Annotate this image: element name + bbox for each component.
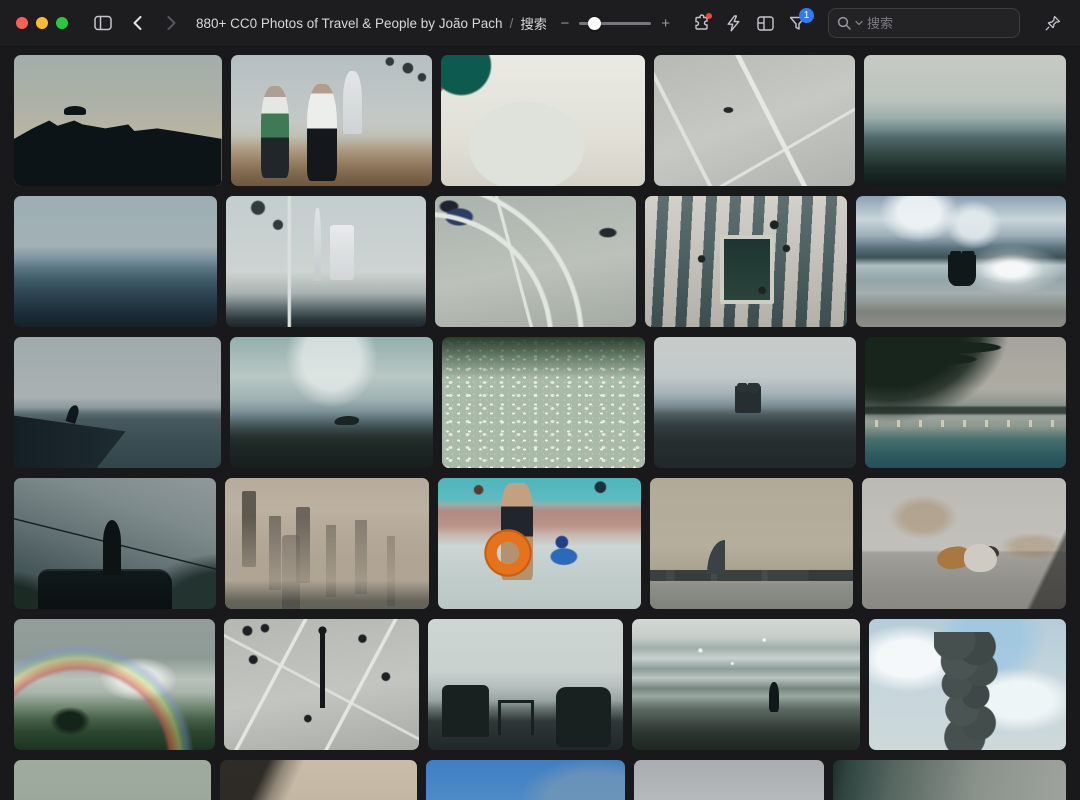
photo-thumbnail[interactable] bbox=[438, 478, 640, 609]
photo-thumbnail[interactable] bbox=[224, 619, 419, 750]
search-scope-chevron-icon[interactable] bbox=[855, 20, 863, 26]
pin-icon[interactable] bbox=[1040, 10, 1066, 36]
minimize-button[interactable] bbox=[36, 17, 48, 29]
photo-thumbnail[interactable] bbox=[650, 478, 853, 609]
zoom-button[interactable] bbox=[56, 17, 68, 29]
photo-thumbnail[interactable] bbox=[869, 619, 1066, 750]
photo-thumbnail[interactable] bbox=[441, 55, 645, 186]
photo-thumbnail[interactable] bbox=[426, 760, 625, 800]
photo-thumbnail[interactable] bbox=[654, 337, 856, 468]
photo-thumbnail[interactable] bbox=[14, 196, 217, 327]
photo-thumbnail[interactable] bbox=[428, 619, 623, 750]
forward-button[interactable] bbox=[158, 10, 184, 36]
gallery-row bbox=[14, 337, 1066, 468]
runner-silhouette bbox=[307, 84, 337, 181]
breadcrumb-separator: / bbox=[510, 16, 514, 31]
runner-silhouette bbox=[261, 86, 289, 178]
photo-thumbnail[interactable] bbox=[14, 760, 211, 800]
quick-actions-icon[interactable] bbox=[720, 10, 746, 36]
zoom-slider[interactable] bbox=[579, 22, 651, 25]
photo-thumbnail[interactable] bbox=[14, 619, 215, 750]
photo-thumbnail[interactable] bbox=[231, 55, 433, 186]
gallery-row bbox=[14, 760, 1066, 800]
close-button[interactable] bbox=[16, 17, 28, 29]
breadcrumb-title: 880+ CC0 Photos of Travel & People by Jo… bbox=[196, 16, 503, 31]
sidebar-toggle-icon[interactable] bbox=[90, 10, 116, 36]
photo-thumbnail[interactable] bbox=[862, 478, 1066, 609]
photo-thumbnail[interactable] bbox=[645, 196, 847, 327]
photo-thumbnail[interactable] bbox=[220, 760, 416, 800]
photo-thumbnail[interactable] bbox=[14, 55, 222, 186]
photo-thumbnail[interactable] bbox=[225, 478, 429, 609]
photo-thumbnail[interactable] bbox=[14, 337, 221, 468]
toolbar-icons: 1 bbox=[688, 10, 810, 36]
photo-thumbnail[interactable] bbox=[435, 196, 637, 327]
filter-icon[interactable]: 1 bbox=[784, 10, 810, 36]
photo-thumbnail[interactable] bbox=[14, 478, 216, 609]
photo-thumbnail[interactable] bbox=[442, 337, 646, 468]
zoom-in-button[interactable]: + bbox=[661, 15, 670, 32]
traffic-lights bbox=[16, 17, 68, 29]
title-bar: 880+ CC0 Photos of Travel & People by Jo… bbox=[0, 0, 1080, 47]
gallery-row bbox=[14, 55, 1066, 186]
breadcrumb-current: 搜索结果 (219 bbox=[520, 13, 546, 33]
photo-thumbnail[interactable] bbox=[632, 619, 860, 750]
search-icon bbox=[837, 16, 851, 30]
gallery-row bbox=[14, 619, 1066, 750]
search-input[interactable] bbox=[867, 16, 1011, 31]
photo-thumbnail[interactable] bbox=[654, 55, 856, 186]
photo-thumbnail[interactable] bbox=[833, 760, 1066, 800]
extensions-badge-dot bbox=[706, 13, 712, 19]
thumbnail-zoom-control: − + bbox=[560, 15, 670, 32]
layout-icon[interactable] bbox=[752, 10, 778, 36]
gallery-row bbox=[14, 196, 1066, 327]
photo-thumbnail[interactable] bbox=[230, 337, 433, 468]
breadcrumb: 880+ CC0 Photos of Travel & People by Jo… bbox=[196, 13, 546, 33]
gallery-row bbox=[14, 478, 1066, 609]
photo-thumbnail[interactable] bbox=[865, 337, 1066, 468]
zoom-out-button[interactable]: − bbox=[560, 15, 569, 32]
filter-badge: 1 bbox=[799, 8, 814, 23]
photo-thumbnail[interactable] bbox=[634, 760, 823, 800]
zoom-slider-knob[interactable] bbox=[588, 17, 601, 30]
photo-grid bbox=[0, 47, 1080, 800]
back-button[interactable] bbox=[124, 10, 150, 36]
photo-thumbnail[interactable] bbox=[226, 196, 426, 327]
photo-thumbnail[interactable] bbox=[856, 196, 1066, 327]
photo-thumbnail[interactable] bbox=[864, 55, 1066, 186]
search-box[interactable] bbox=[828, 8, 1020, 38]
extensions-icon[interactable] bbox=[688, 10, 714, 36]
